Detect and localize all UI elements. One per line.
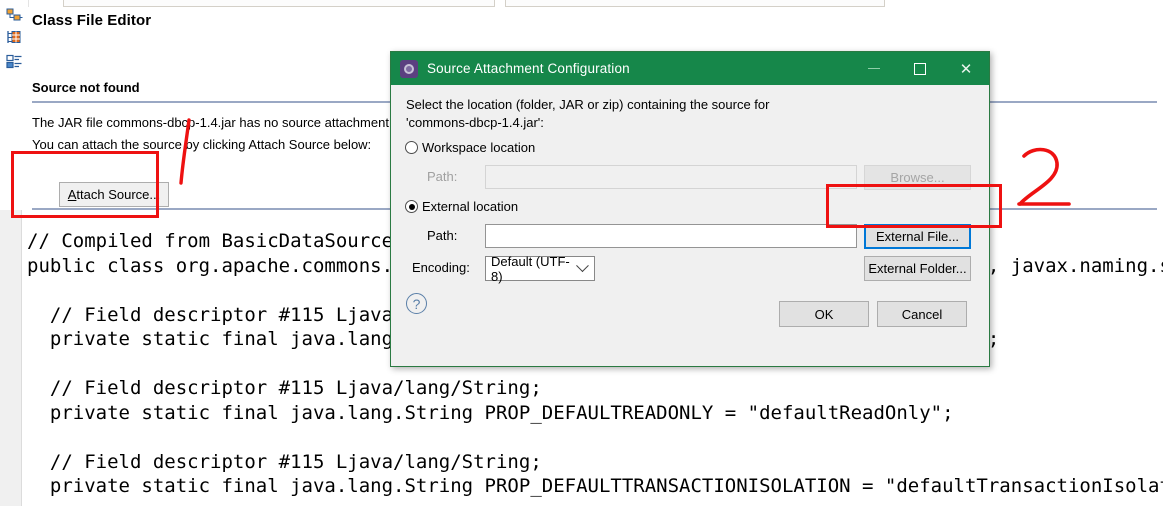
attach-source-mnemonic: A [67, 187, 77, 202]
browse-button: Browse... [864, 165, 971, 190]
editor-tab-strip [0, 0, 1163, 7]
members-list-icon[interactable] [6, 54, 23, 69]
encoding-label: Encoding: [412, 260, 470, 275]
dialog-title: Source Attachment Configuration [427, 61, 630, 76]
dialog-description-line-1: Select the location (folder, JAR or zip)… [406, 97, 770, 112]
attach-source-label: ttach Source... [76, 187, 161, 202]
workspace-path-input [485, 165, 857, 189]
encoding-select[interactable]: Default (UTF-8) [485, 253, 595, 284]
editor-line-ruler [0, 210, 22, 506]
message-line-2: You can attach the source by clicking At… [32, 137, 372, 152]
attach-source-button[interactable]: Attach Source... [59, 182, 169, 207]
workspace-path-label: Path: [427, 169, 458, 184]
editor-tab-1[interactable] [63, 0, 495, 7]
radio-external-location[interactable]: External location [405, 199, 518, 214]
external-path-label: Path: [427, 228, 458, 243]
radio-workspace-location[interactable]: Workspace location [405, 140, 535, 155]
dialog-description-line-2: 'commons-dbcp-1.4.jar': [406, 115, 544, 130]
external-file-button[interactable]: External File... [864, 224, 971, 249]
source-attachment-configuration-dialog: Source Attachment Configuration ✕ Select… [390, 51, 990, 367]
radio-button-checked-icon [405, 200, 418, 213]
minimize-icon[interactable] [851, 52, 897, 85]
external-path-input[interactable] [485, 224, 857, 248]
page-title: Class File Editor [32, 12, 152, 29]
hierarchy-icon[interactable] [6, 30, 23, 45]
message-line-1: The JAR file commons-dbcp-1.4.jar has no… [32, 115, 393, 130]
dialog-titlebar[interactable]: Source Attachment Configuration ✕ [391, 52, 989, 85]
editor-tab-2[interactable] [505, 0, 885, 7]
cancel-button[interactable]: Cancel [877, 301, 967, 327]
radio-external-location-label: External location [422, 199, 519, 214]
source-not-found-heading: Source not found [32, 80, 140, 95]
help-icon[interactable]: ? [406, 293, 427, 314]
radio-workspace-location-label: Workspace location [422, 140, 536, 155]
ok-button[interactable]: OK [779, 301, 869, 327]
dialog-body: Select the location (folder, JAR or zip)… [391, 85, 989, 366]
window-controls: ✕ [851, 52, 989, 85]
close-icon[interactable]: ✕ [943, 52, 989, 85]
outline-toggle-icon[interactable] [6, 8, 23, 23]
maximize-icon[interactable] [897, 52, 943, 85]
eclipse-gear-icon [400, 59, 418, 78]
encoding-select-value: Default (UTF-8) [491, 253, 570, 284]
eclipse-class-file-editor-window: Class File Editor Source not found The J… [0, 0, 1163, 506]
external-folder-button[interactable]: External Folder... [864, 256, 971, 281]
radio-button-unchecked-icon [405, 141, 418, 154]
